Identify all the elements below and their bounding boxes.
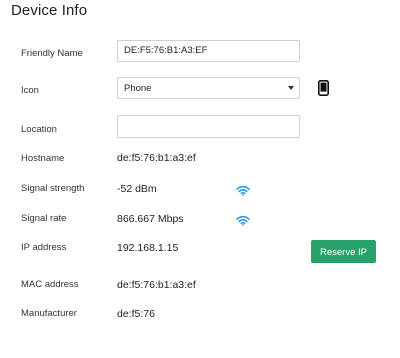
page-title: Device Info [11,2,88,19]
friendly-name-label: Friendly Name [21,48,83,59]
signal-strength-value: -52 dBm [117,183,157,195]
chevron-down-icon [288,86,294,90]
signal-strength-label: Signal strength [21,183,85,194]
hostname-value: de:f5:76:b1:a3:ef [117,152,196,164]
location-label: Location [21,124,57,135]
wifi-icon [236,213,250,231]
icon-label: Icon [21,85,39,96]
ip-address-value: 192.168.1.15 [117,242,179,254]
manufacturer-label: Manufacturer [21,308,77,319]
signal-rate-value: 866.667 Mbps [117,213,184,225]
reserve-ip-button[interactable]: Reserve IP [311,240,376,263]
manufacturer-value: de:f5:76 [117,308,155,320]
location-input[interactable] [117,115,300,138]
mac-address-label: MAC address [21,279,79,290]
icon-select[interactable]: Phone [117,77,300,99]
ip-address-label: IP address [21,242,67,253]
friendly-name-input[interactable] [117,40,300,62]
phone-icon [318,80,329,101]
icon-select-value: Phone [117,77,300,99]
signal-rate-label: Signal rate [21,213,67,224]
hostname-label: Hostname [21,153,65,164]
wifi-icon [236,183,250,201]
mac-address-value: de:f5:76:b1:a3:ef [117,279,196,291]
